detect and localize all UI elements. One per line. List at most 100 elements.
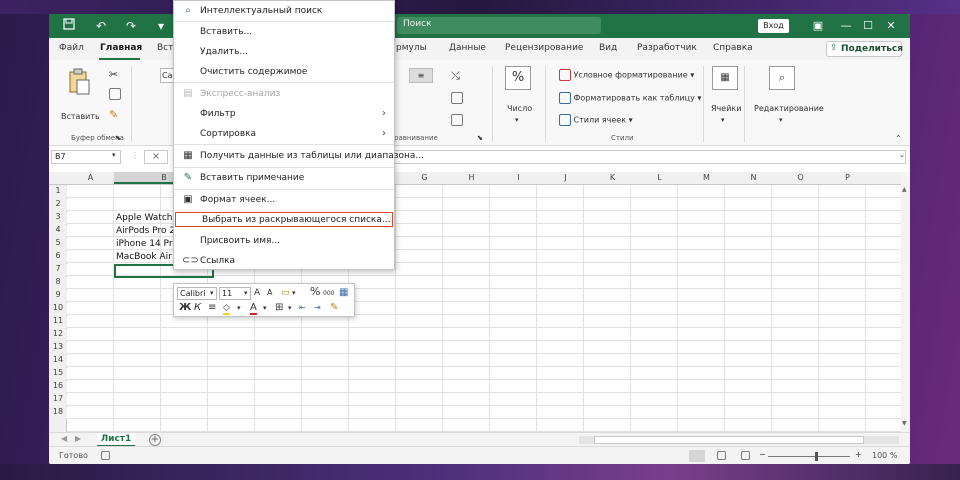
row-header[interactable]: 16 — [49, 381, 67, 393]
name-box-dropdown-icon[interactable]: ▾ — [112, 151, 116, 159]
row-header[interactable]: 8 — [49, 277, 67, 289]
merge-icon[interactable] — [451, 114, 463, 126]
scroll-down-icon[interactable]: ▼ — [902, 420, 907, 427]
editing-search-icon[interactable]: ⌕ — [769, 66, 795, 90]
cancel-formula-icon[interactable]: × — [144, 150, 168, 164]
cell-styles-button[interactable]: Стили ячеек ▾ — [559, 114, 633, 126]
customize-qat-icon[interactable]: ▾ — [153, 18, 169, 34]
scroll-up-icon[interactable]: ▲ — [902, 186, 907, 193]
row-header[interactable]: 14 — [49, 355, 67, 367]
clipboard-launcher-icon[interactable]: ⬊ — [115, 134, 121, 142]
normal-view-icon[interactable] — [689, 450, 705, 462]
add-sheet-icon[interactable]: + — [149, 434, 161, 446]
cells-dropdown-icon[interactable]: ▾ — [721, 116, 725, 124]
tab-formulas[interactable]: рмулы — [396, 43, 427, 53]
menu-item-insert-comment[interactable]: ✎ Вставить примечание — [174, 168, 394, 188]
row-header[interactable]: 7 — [49, 264, 67, 276]
column-header-k[interactable]: K — [589, 173, 636, 182]
accounting-format-icon[interactable]: ▭ — [281, 287, 290, 300]
ribbon-display-icon[interactable]: ▣ — [810, 18, 826, 34]
undo-icon[interactable]: ↶ — [93, 18, 109, 34]
copy-icon[interactable] — [109, 88, 121, 100]
wrap-text-icon[interactable] — [451, 92, 463, 104]
zoom-slider[interactable] — [768, 456, 850, 457]
row-header[interactable]: 18 — [49, 407, 67, 419]
column-header-m[interactable]: M — [683, 173, 730, 182]
column-header-g[interactable]: G — [401, 173, 448, 182]
percent-style-icon[interactable]: % — [310, 286, 320, 299]
row-header[interactable]: 1 — [49, 186, 67, 198]
row-header[interactable]: 6 — [49, 251, 67, 263]
share-button[interactable]: ⇪ Поделиться — [826, 41, 903, 57]
zoom-in-icon[interactable]: + — [855, 450, 862, 459]
vertical-scrollbar[interactable]: ▲ ▼ — [901, 172, 910, 432]
row-header[interactable]: 15 — [49, 368, 67, 380]
tab-review[interactable]: Рецензирование — [505, 43, 583, 53]
cell-b5[interactable]: iPhone 14 Pro — [116, 239, 178, 249]
menu-item-smart-lookup[interactable]: ⌕ Интеллектуальный поиск — [174, 1, 394, 21]
cells-label[interactable]: Ячейки — [711, 104, 741, 113]
tab-home[interactable]: Главная — [100, 43, 142, 53]
orientation-icon[interactable]: ⤯ — [451, 69, 460, 83]
row-header[interactable]: 13 — [49, 342, 67, 354]
next-sheet-icon[interactable]: ▶ — [75, 434, 81, 443]
row-header[interactable]: 11 — [49, 316, 67, 328]
page-break-icon[interactable] — [741, 451, 750, 460]
format-painter-icon[interactable]: ✎ — [330, 302, 338, 315]
menu-item-define-name[interactable]: Присвоить имя... — [174, 231, 394, 251]
row-header[interactable]: 5 — [49, 238, 67, 250]
menu-item-delete[interactable]: Удалить... — [174, 42, 394, 62]
comma-style-icon[interactable]: 000 — [323, 288, 334, 301]
horizontal-scroll-thumb[interactable] — [594, 436, 864, 444]
column-header-h[interactable]: H — [448, 173, 495, 182]
column-header-j[interactable]: J — [542, 173, 589, 182]
decrease-font-icon[interactable]: A — [267, 287, 272, 300]
editing-label[interactable]: Редактирование — [754, 104, 824, 113]
editing-dropdown-icon[interactable]: ▾ — [779, 116, 783, 124]
tab-view[interactable]: Вид — [599, 43, 617, 53]
zoom-slider-thumb[interactable] — [815, 452, 818, 461]
bold-button[interactable]: Ж — [179, 302, 191, 315]
cells-icon[interactable]: ▦ — [712, 66, 738, 90]
conditional-formatting-button[interactable]: Условное форматирование ▾ — [559, 69, 694, 81]
accounting-dropdown-icon[interactable]: ▾ — [292, 287, 296, 300]
tab-data[interactable]: Данные — [449, 43, 486, 53]
tab-help[interactable]: Справка — [713, 43, 753, 53]
menu-item-pick-from-dropdown[interactable]: Выбрать из раскрывающегося списка... — [175, 212, 393, 227]
cut-icon[interactable]: ✂ — [109, 68, 118, 81]
row-header[interactable]: 2 — [49, 199, 67, 211]
menu-item-insert[interactable]: Вставить... — [174, 22, 394, 42]
row-header[interactable]: 3 — [49, 212, 67, 224]
italic-button[interactable]: К — [194, 302, 201, 315]
row-header[interactable]: 17 — [49, 394, 67, 406]
font-color-icon[interactable]: A — [250, 302, 257, 315]
alignment-launcher-icon[interactable]: ⬊ — [477, 134, 483, 142]
accessibility-icon[interactable] — [101, 451, 110, 460]
login-button[interactable]: Вход — [758, 19, 789, 33]
menu-item-clear-contents[interactable]: Очистить содержимое — [174, 62, 394, 82]
row-header[interactable]: 10 — [49, 303, 67, 315]
collapse-ribbon-icon[interactable]: ⌃ — [895, 134, 902, 143]
mini-size-dropdown-icon[interactable]: ▾ — [244, 287, 248, 300]
borders-icon[interactable]: ⊞ — [275, 302, 283, 315]
format-painter-icon[interactable]: ✎ — [109, 108, 118, 121]
menu-item-link[interactable]: ⊂⊃ Ссылка — [174, 251, 394, 271]
menu-item-filter[interactable]: Фильтр › — [174, 104, 394, 124]
borders-dropdown-icon[interactable]: ▾ — [288, 302, 292, 315]
fill-color-dropdown-icon[interactable]: ▾ — [237, 302, 241, 315]
menu-item-sort[interactable]: Сортировка › — [174, 124, 394, 144]
column-header-i[interactable]: I — [495, 173, 542, 182]
column-header-o[interactable]: O — [777, 173, 824, 182]
maximize-icon[interactable]: ☐ — [860, 18, 876, 34]
zoom-level[interactable]: 100 % — [872, 451, 897, 460]
expand-formula-icon[interactable]: ⌄ — [899, 151, 905, 159]
fill-color-icon[interactable]: ◇ — [223, 302, 230, 315]
format-as-table-button[interactable]: Форматировать как таблицу ▾ — [559, 92, 701, 104]
menu-item-format-cells[interactable]: ▣ Формат ячеек... — [174, 190, 394, 210]
redo-icon[interactable]: ↷ — [123, 18, 139, 34]
mini-font-dropdown-icon[interactable]: ▾ — [210, 287, 214, 300]
font-color-dropdown-icon[interactable]: ▾ — [263, 302, 267, 315]
column-header-n[interactable]: N — [730, 173, 777, 182]
save-icon[interactable] — [61, 18, 77, 34]
row-header[interactable]: 12 — [49, 329, 67, 341]
